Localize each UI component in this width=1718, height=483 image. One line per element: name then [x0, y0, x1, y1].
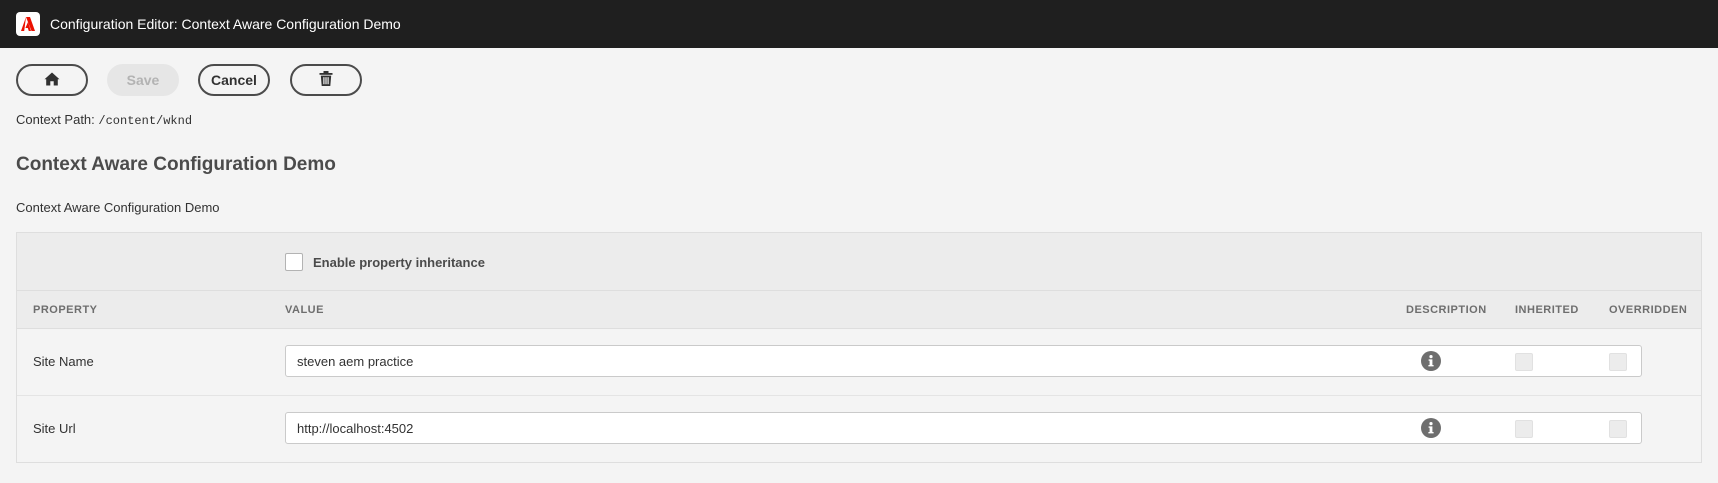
enable-inheritance-label[interactable]: Enable property inheritance — [313, 255, 485, 271]
home-icon — [44, 72, 60, 89]
delete-button[interactable] — [290, 64, 362, 96]
enable-inheritance-checkbox[interactable] — [285, 253, 303, 271]
info-icon[interactable] — [1421, 351, 1441, 371]
info-icon[interactable] — [1421, 418, 1441, 438]
column-header-inherited: INHERITED — [1515, 304, 1579, 316]
page-title: Context Aware Configuration Demo — [16, 154, 336, 175]
trash-icon — [319, 71, 333, 89]
context-path-value: /content/wknd — [98, 114, 193, 128]
context-path: Context Path: /content/wknd — [16, 112, 192, 129]
inherited-checkbox — [1515, 353, 1533, 371]
page-description: Context Aware Configuration Demo — [16, 200, 220, 215]
column-header-property: PROPERTY — [33, 304, 98, 316]
context-path-label: Context Path: — [16, 112, 95, 127]
save-button[interactable]: Save — [107, 64, 179, 96]
property-name: Site Name — [33, 354, 94, 369]
home-button[interactable] — [16, 64, 88, 96]
table-row: Site Name — [17, 329, 1701, 396]
column-header-overridden: OVERRIDDEN — [1609, 304, 1688, 316]
table-row: Site Url — [17, 396, 1701, 463]
cancel-button[interactable]: Cancel — [198, 64, 270, 96]
inherited-checkbox — [1515, 420, 1533, 438]
adobe-logo-icon[interactable] — [16, 12, 40, 36]
app-header: Configuration Editor: Context Aware Conf… — [0, 0, 1718, 48]
column-header-description: DESCRIPTION — [1406, 304, 1487, 316]
configuration-panel: Enable property inheritance PROPERTY VAL… — [16, 232, 1702, 463]
overridden-checkbox — [1609, 353, 1627, 371]
inheritance-row: Enable property inheritance — [17, 233, 1701, 291]
overridden-checkbox — [1609, 420, 1627, 438]
table-header: PROPERTY VALUE DESCRIPTION INHERITED OVE… — [17, 291, 1701, 329]
app-title: Configuration Editor: Context Aware Conf… — [50, 16, 401, 32]
property-name: Site Url — [33, 421, 76, 436]
column-header-value: VALUE — [285, 304, 324, 316]
